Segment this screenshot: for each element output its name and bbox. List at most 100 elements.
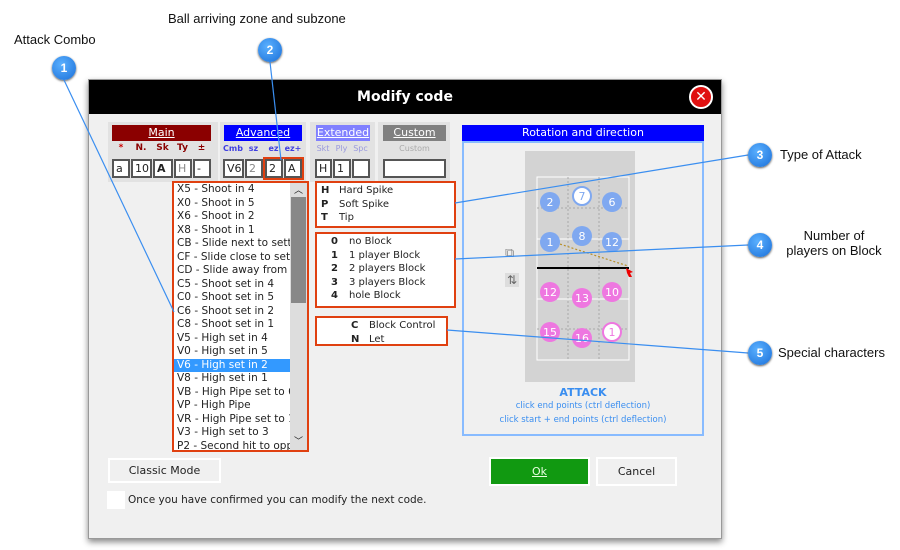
tab-custom[interactable]: Custom — [383, 125, 446, 141]
close-icon[interactable]: ✕ — [689, 85, 713, 109]
input-players[interactable]: 1 — [333, 159, 351, 178]
option-label: Let — [369, 333, 385, 345]
input-start-zone[interactable]: 2 — [245, 159, 263, 178]
input-end-zone[interactable]: 2 — [265, 159, 283, 178]
combo-list-item[interactable]: VB - High Pipe set to 6 — [174, 386, 290, 400]
input-end-subzone[interactable]: A — [284, 159, 302, 178]
callout-badge-4: 4 — [748, 233, 772, 257]
combo-list-item[interactable]: C6 - Shoot set in 2 — [174, 305, 290, 319]
player-marker[interactable]: 13 — [572, 288, 592, 308]
dialog-title: Modify code — [357, 89, 453, 105]
input-team[interactable]: a — [112, 159, 130, 178]
label-number: N. — [135, 143, 147, 153]
label-star: * — [118, 143, 124, 153]
option-key: C — [351, 320, 359, 331]
tab-advanced[interactable]: Advanced — [224, 125, 302, 141]
input-player-number[interactable]: 10 — [131, 159, 152, 178]
rotate-icon[interactable]: ⧉ — [505, 246, 514, 261]
tab-extended[interactable]: Extended — [316, 125, 370, 141]
combo-list-item[interactable]: P2 - Second hit to opponent — [174, 440, 290, 451]
tab-main[interactable]: Main — [112, 125, 211, 141]
hint-2: click start + end points (ctrl deflectio… — [499, 415, 667, 425]
player-marker[interactable]: 7 — [572, 186, 592, 206]
combo-list-item[interactable]: C0 - Shoot set in 5 — [174, 291, 290, 305]
callout-label-attack-combo: Attack Combo — [14, 32, 96, 47]
player-marker[interactable]: 12 — [540, 282, 560, 302]
combo-list-item[interactable]: X6 - Shoot in 2 — [174, 210, 290, 224]
mode-label: ATTACK — [559, 386, 607, 399]
combo-list-item[interactable]: CB - Slide next to setter — [174, 237, 290, 251]
label-skill: Sk — [156, 143, 169, 153]
callout-label-ball-zone: Ball arriving zone and subzone — [168, 11, 346, 26]
option-label: 1 player Block — [349, 249, 421, 261]
option-label: Soft Spike — [339, 198, 389, 210]
combo-list-item[interactable]: V3 - High set to 3 — [174, 426, 290, 440]
combo-list-item[interactable]: V6 - High set in 2 — [174, 358, 290, 372]
block-option: 1 1 player Block — [331, 249, 450, 263]
input-evaluation[interactable]: - — [193, 159, 211, 178]
combo-list-item[interactable]: V8 - High set in 1 — [174, 372, 290, 386]
player-marker[interactable]: 12 — [602, 232, 622, 252]
scroll-up-icon[interactable]: ︿ — [290, 183, 307, 197]
option-key: 2 — [331, 263, 338, 274]
label-ez-plus: ez+ — [284, 144, 302, 153]
cancel-button[interactable]: Cancel — [596, 457, 677, 486]
combo-list-item[interactable]: C8 - Shoot set in 1 — [174, 318, 290, 332]
player-marker[interactable]: 2 — [540, 192, 560, 212]
player-marker[interactable]: 8 — [572, 226, 592, 246]
player-marker[interactable]: 1 — [602, 322, 622, 342]
label-spc: Spc — [353, 144, 368, 153]
player-marker[interactable]: 16 — [572, 328, 592, 348]
input-combo[interactable]: V6 — [223, 159, 244, 178]
block-option: 4 hole Block — [331, 289, 450, 303]
player-marker[interactable]: 6 — [602, 192, 622, 212]
player-marker[interactable]: 15 — [540, 322, 560, 342]
special-option: C Block Control — [351, 319, 442, 333]
scrollbar-thumb[interactable] — [291, 197, 306, 303]
option-key: 0 — [331, 236, 338, 247]
callout-line: Number of — [803, 228, 865, 243]
dialog-titlebar: Modify code ✕ — [89, 80, 721, 114]
input-type[interactable]: H — [174, 159, 192, 178]
combo-list[interactable]: X5 - Shoot in 4 X0 - Shoot in 5 X6 - Shoot… — [172, 181, 309, 452]
combo-list-item[interactable]: X5 - Shoot in 4 — [174, 183, 290, 197]
input-custom[interactable] — [383, 159, 446, 178]
attack-type-box: H Hard Spike P Soft Spike T Tip — [315, 181, 456, 228]
input-skill[interactable]: A — [153, 159, 173, 178]
option-label: hole Block — [349, 290, 401, 301]
player-marker[interactable]: 1 — [540, 232, 560, 252]
combo-list-scrollbar[interactable]: ︿ ﹀ — [290, 183, 307, 450]
swap-icon[interactable]: ⇅ — [505, 273, 519, 287]
combo-list-item[interactable]: X8 - Shoot in 1 — [174, 224, 290, 238]
option-key: 3 — [331, 276, 338, 288]
combo-list-item[interactable]: C5 - Shoot set in 4 — [174, 278, 290, 292]
combo-list-item[interactable]: CF - Slide close to setter — [174, 251, 290, 265]
option-label: no Block — [349, 236, 392, 247]
label-custom: Custom — [399, 144, 430, 153]
combo-list-item[interactable]: V0 - High set in 5 — [174, 345, 290, 359]
rotation-header: Rotation and direction — [462, 125, 704, 141]
option-key: 4 — [331, 290, 338, 301]
option-key: 1 — [331, 249, 338, 261]
scroll-down-icon[interactable]: ﹀ — [290, 434, 307, 448]
combo-list-item[interactable]: V5 - High set in 4 — [174, 332, 290, 346]
input-skill-type[interactable]: H — [315, 159, 332, 178]
label-ez: ez — [268, 144, 279, 153]
block-option: 3 3 players Block — [331, 276, 450, 290]
player-marker[interactable]: 10 — [602, 282, 622, 302]
combo-list-item[interactable]: X0 - Shoot in 5 — [174, 197, 290, 211]
combo-list-item[interactable]: VP - High Pipe — [174, 399, 290, 413]
special-box: C Block Control N Let — [315, 316, 448, 346]
classic-mode-button[interactable]: Classic Mode — [108, 458, 221, 483]
attack_types-option: P Soft Spike — [321, 198, 450, 212]
combo-list-item[interactable]: CD - Slide away from setter — [174, 264, 290, 278]
label-skt: Skt — [316, 144, 330, 153]
option-key: T — [321, 212, 328, 223]
next-code-checkbox[interactable] — [107, 491, 125, 509]
combo-list-item[interactable]: VR - High Pipe set to 1 — [174, 413, 290, 427]
callout-badge-3: 3 — [748, 143, 772, 167]
input-special[interactable] — [352, 159, 370, 178]
option-label: Tip — [339, 212, 354, 223]
label-sz: sz — [248, 144, 259, 153]
ok-button[interactable]: Ok — [489, 457, 590, 486]
